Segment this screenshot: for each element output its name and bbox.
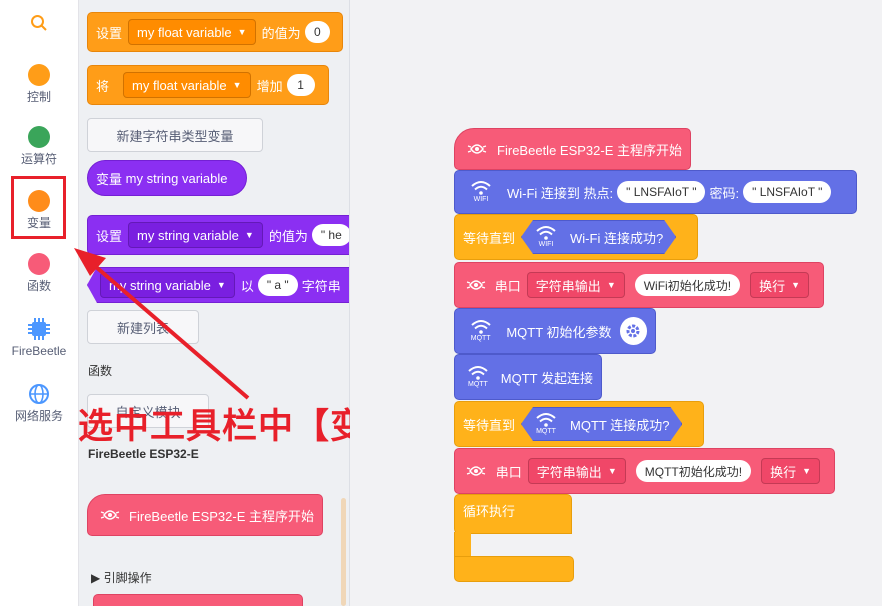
serial-mode-dropdown[interactable]: 字符串输出 ▼ — [527, 458, 626, 484]
caret-down-icon: ▼ — [606, 280, 616, 290]
serial-text-input[interactable]: MQTT初始化成功! — [635, 460, 752, 482]
ws-main-start-block[interactable]: FireBeetle ESP32-E 主程序开始 — [454, 128, 691, 170]
dropdown-value: my float variable — [132, 77, 227, 93]
caret-down-icon: ▼ — [791, 280, 800, 290]
badge-text: WIFI — [538, 241, 554, 248]
caret-down-icon: ▼ — [232, 80, 242, 90]
control-dot-icon — [28, 64, 50, 86]
condition-text: MQTT 连接成功? — [570, 417, 670, 433]
mqtt-connected-condition[interactable]: MQTT MQTT 连接成功? — [521, 407, 682, 441]
block-text: 密码: — [709, 185, 740, 201]
block-text: 串口 — [495, 464, 522, 480]
block-text: my string variable — [125, 170, 228, 186]
mqtt-icon: MQTT — [463, 314, 498, 348]
block-text: 等待直到 — [463, 230, 516, 246]
badge-text: MQTT — [467, 381, 488, 388]
forever-loop-block[interactable]: 循环执行 — [454, 494, 574, 582]
password-input[interactable]: " LNSFAIoT " — [743, 181, 832, 203]
wifi-icon: WIFI — [463, 175, 499, 209]
category-label: 控制 — [26, 90, 51, 104]
wifi-icon: WIFI — [530, 220, 562, 254]
mqtt-icon: MQTT — [463, 360, 493, 394]
palette-scrollbar[interactable] — [341, 498, 346, 606]
block-text: 增加 — [256, 78, 283, 94]
operators-dot-icon — [28, 126, 50, 148]
dropdown-value: 字符串输出 — [536, 464, 602, 480]
serial-text-input[interactable]: WiFi初始化成功! — [634, 274, 741, 296]
block-text: FireBeetle ESP32-E 主程序开始 — [129, 508, 314, 524]
script-workspace[interactable]: FireBeetle ESP32-E 主程序开始 WIFI Wi-Fi 连接到 … — [350, 0, 882, 606]
functions-dot-icon — [28, 253, 50, 275]
block-text: 设置 — [96, 25, 123, 41]
pin-ops-toggle[interactable]: ▶ 引脚操作 — [91, 569, 152, 586]
variables-highlight-box — [11, 176, 66, 239]
value-input[interactable]: 1 — [286, 74, 315, 96]
dropdown-value: 换行 — [770, 464, 797, 480]
newline-dropdown[interactable]: 换行 ▼ — [750, 272, 809, 298]
value-input[interactable]: 0 — [304, 21, 330, 43]
firebeetle-icon — [96, 504, 123, 526]
ssid-input[interactable]: " LNSFAIoT " — [617, 181, 706, 203]
category-search[interactable] — [0, 14, 78, 35]
annotation-arrow — [74, 248, 250, 400]
chip-icon — [28, 318, 50, 340]
device-heading: FireBeetle ESP32-E — [88, 447, 199, 461]
newline-dropdown[interactable]: 换行 ▼ — [761, 458, 820, 484]
change-float-block[interactable]: 将 my float variable ▼ 增加 1 — [87, 65, 329, 105]
pin-block-partial[interactable] — [93, 594, 303, 606]
block-text: MQTT 发起连接 — [500, 370, 593, 386]
search-icon — [30, 14, 48, 32]
variable-dropdown[interactable]: my float variable ▼ — [128, 19, 256, 45]
serial-print-block-1[interactable]: 串口 字符串输出 ▼ WiFi初始化成功! 换行 ▼ — [454, 262, 824, 308]
dropdown-value: 字符串输出 — [535, 278, 601, 294]
dropdown-value: my float variable — [137, 24, 232, 40]
wifi-connected-condition[interactable]: WIFI Wi-Fi 连接成功? — [521, 220, 676, 254]
set-float-block[interactable]: 设置 my float variable ▼ 的值为 0 — [87, 12, 343, 52]
pin-ops-label: 引脚操作 — [103, 571, 152, 585]
main-program-start-block[interactable]: FireBeetle ESP32-E 主程序开始 — [87, 494, 323, 536]
mqtt-icon: MQTT — [530, 407, 562, 441]
settings-gear-icon[interactable] — [619, 317, 647, 345]
firebeetle-icon — [463, 138, 491, 160]
block-text: FireBeetle ESP32-E 主程序开始 — [497, 142, 682, 158]
mqtt-init-block[interactable]: MQTT MQTT 初始化参数 — [454, 308, 656, 354]
loop-arm — [454, 532, 471, 558]
badge-text: MQTT — [470, 335, 491, 342]
block-text: Wi-Fi 连接到 热点: — [507, 185, 614, 201]
caret-down-icon: ▼ — [607, 466, 617, 476]
block-text: MQTT 初始化参数 — [506, 324, 612, 340]
serial-print-block-2[interactable]: 串口 字符串输出 ▼ MQTT初始化成功! 换行 ▼ — [454, 448, 835, 494]
block-text: 等待直到 — [463, 417, 516, 433]
block-text: 串口 — [494, 278, 521, 294]
caret-down-icon: ▼ — [244, 230, 254, 240]
wait-mqtt-block[interactable]: 等待直到 MQTT MQTT 连接成功? — [454, 401, 704, 447]
firebeetle-icon — [463, 274, 489, 296]
serial-mode-dropdown[interactable]: 字符串输出 ▼ — [526, 272, 625, 298]
condition-text: Wi-Fi 连接成功? — [570, 230, 664, 246]
category-operators[interactable]: 运算符 — [0, 126, 78, 166]
badge-text: WIFI — [473, 196, 489, 203]
block-text: 字符串 — [301, 278, 341, 294]
string-variable-reporter[interactable]: 变量 my string variable — [87, 160, 247, 196]
block-text: 变量 — [96, 171, 123, 187]
caret-down-icon: ▼ — [237, 27, 247, 37]
wait-wifi-block[interactable]: 等待直到 WIFI Wi-Fi 连接成功? — [454, 214, 698, 260]
loop-footer — [454, 556, 574, 582]
firebeetle-icon — [463, 460, 490, 482]
new-string-variable-button[interactable]: 新建字符串类型变量 — [87, 118, 263, 152]
wifi-connect-block[interactable]: WIFI Wi-Fi 连接到 热点: " LNSFAIoT " 密码: " LN… — [454, 170, 857, 214]
dropdown-value: 换行 — [759, 278, 786, 294]
block-text: 的值为 — [261, 25, 301, 41]
block-text: 将 — [96, 78, 110, 94]
mqtt-connect-block[interactable]: MQTT MQTT 发起连接 — [454, 354, 602, 400]
category-label: 运算符 — [20, 152, 57, 166]
triangle-right-icon: ▶ — [91, 571, 101, 585]
category-control[interactable]: 控制 — [0, 64, 78, 104]
value-input[interactable]: " he — [311, 224, 349, 246]
loop-header: 循环执行 — [454, 494, 572, 534]
variable-dropdown[interactable]: my float variable ▼ — [123, 72, 251, 98]
globe-icon — [28, 383, 50, 405]
caret-down-icon: ▼ — [802, 466, 811, 476]
badge-text: MQTT — [536, 428, 556, 435]
